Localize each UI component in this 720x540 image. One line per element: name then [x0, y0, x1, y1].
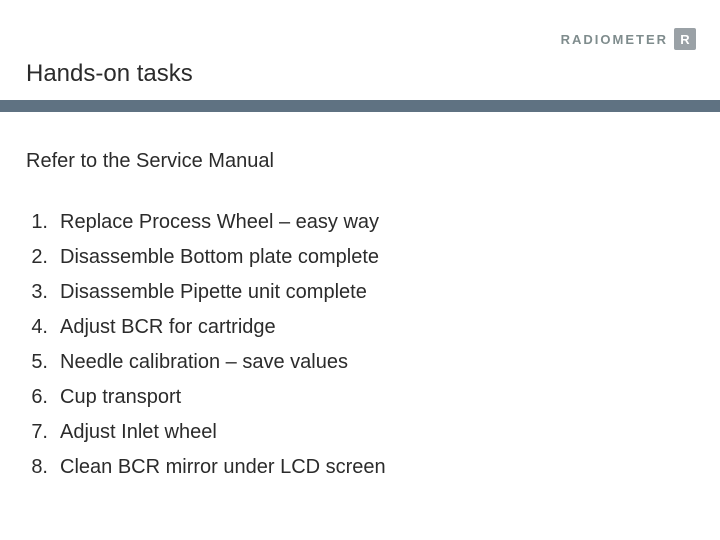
task-number: 8.: [31, 455, 48, 479]
task-number: 3.: [31, 280, 48, 304]
divider: [0, 100, 720, 112]
brand-logo: RADIOMETER R: [561, 28, 696, 50]
task-numbers: 1. 2. 3. 4. 5. 6. 7. 8.: [26, 210, 48, 479]
brand-name: RADIOMETER: [561, 32, 668, 47]
task-item: Disassemble Pipette unit complete: [60, 280, 386, 304]
task-number: 7.: [31, 420, 48, 444]
task-item: Replace Process Wheel – easy way: [60, 210, 386, 234]
task-number: 1.: [31, 210, 48, 234]
page-title: Hands-on tasks: [26, 60, 193, 88]
task-number: 2.: [31, 245, 48, 269]
subtitle: Refer to the Service Manual: [26, 150, 274, 173]
task-items: Replace Process Wheel – easy way Disasse…: [60, 210, 386, 479]
task-item: Adjust BCR for cartridge: [60, 315, 386, 339]
task-item: Needle calibration – save values: [60, 350, 386, 374]
task-item: Disassemble Bottom plate complete: [60, 245, 386, 269]
slide: RADIOMETER R Hands-on tasks Refer to the…: [0, 0, 720, 540]
task-number: 4.: [31, 315, 48, 339]
task-list: 1. 2. 3. 4. 5. 6. 7. 8. Replace Process …: [26, 210, 386, 479]
task-number: 5.: [31, 350, 48, 374]
task-number: 6.: [31, 385, 48, 409]
task-item: Adjust Inlet wheel: [60, 420, 386, 444]
task-item: Cup transport: [60, 385, 386, 409]
task-item: Clean BCR mirror under LCD screen: [60, 455, 386, 479]
brand-mark-icon: R: [674, 28, 696, 50]
